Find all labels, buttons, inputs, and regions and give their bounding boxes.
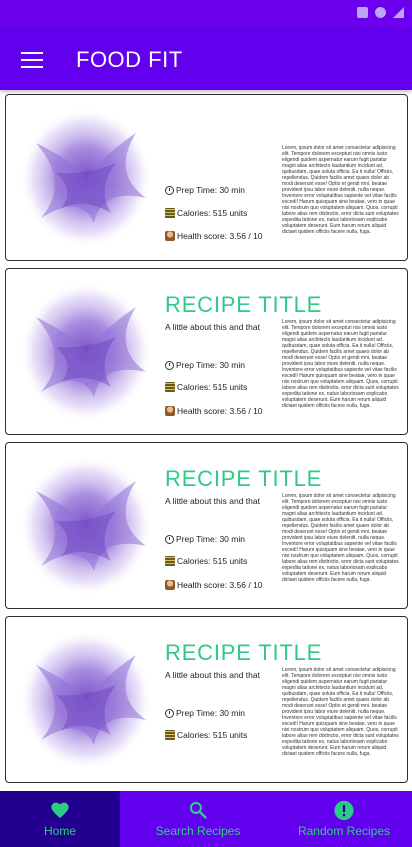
status-icons <box>357 7 404 18</box>
prep-time: Prep Time: 30 min <box>165 708 245 718</box>
timer-icon <box>165 534 174 544</box>
calories-text: Calories: 515 units <box>177 208 248 218</box>
recipe-image <box>20 282 152 422</box>
health-score: Health score: 3.56 / 10 <box>165 231 263 241</box>
prep-time: Prep Time: 30 min <box>165 185 245 195</box>
recipe-description: Lorem, ipsum dolor sit amet consectetur … <box>282 319 399 409</box>
prep-time: Prep Time: 30 min <box>165 360 245 370</box>
recipe-description: Lorem, ipsum dolor sit amet consectetur … <box>282 493 399 583</box>
recipe-card[interactable]: RECIPE TITLE A little about this and tha… <box>5 616 408 783</box>
app-bar: FOOD FIT <box>0 28 412 90</box>
prep-time-text: Prep Time: 30 min <box>176 360 245 370</box>
exclamation-icon <box>334 800 355 826</box>
recipe-description: Lorem, ipsum dolor sit amet consectetur … <box>282 145 399 235</box>
nav-search-label: Search Recipes <box>155 824 241 838</box>
recipe-title: RECIPE TITLE <box>165 292 323 317</box>
menu-icon[interactable] <box>21 52 43 69</box>
person-icon <box>165 406 175 416</box>
recipe-subtitle: A little about this and that <box>165 496 260 506</box>
person-icon <box>165 231 175 241</box>
recipe-image <box>20 456 152 596</box>
timer-icon <box>165 185 174 195</box>
timer-icon <box>165 360 174 370</box>
prep-time-text: Prep Time: 30 min <box>176 534 245 544</box>
recipe-title: RECIPE TITLE <box>165 640 323 665</box>
calories-text: Calories: 515 units <box>177 730 248 740</box>
recipe-title: RECIPE TITLE <box>165 466 323 491</box>
person-icon <box>165 580 175 590</box>
app-title: FOOD FIT <box>76 47 183 72</box>
search-icon <box>188 800 208 825</box>
stop-icon <box>357 7 368 18</box>
nav-random-recipes[interactable]: Random Recipes <box>276 791 412 847</box>
calories-icon <box>165 382 175 392</box>
recipe-subtitle: A little about this and that <box>165 322 260 332</box>
calories-text: Calories: 515 units <box>177 382 248 392</box>
calories-icon <box>165 556 175 566</box>
recipe-description: Lorem, ipsum dolor sit amet consectetur … <box>282 667 399 757</box>
calories: Calories: 515 units <box>165 382 247 392</box>
recipe-card[interactable]: Prep Time: 30 min Calories: 515 units He… <box>5 94 408 261</box>
prep-time-text: Prep Time: 30 min <box>176 185 245 195</box>
health-score-text: Health score: 3.56 / 10 <box>177 231 263 241</box>
calories-icon <box>165 730 175 740</box>
nav-home-label: Home <box>43 824 76 838</box>
timer-icon <box>165 708 174 718</box>
recipe-card[interactable]: RECIPE TITLE A little about this and tha… <box>5 268 408 435</box>
record-icon <box>375 7 386 18</box>
heart-icon <box>50 800 71 824</box>
recipe-image <box>20 108 152 248</box>
health-score-text: Health score: 3.56 / 10 <box>177 580 263 590</box>
recipe-subtitle: A little about this and that <box>165 670 260 680</box>
nav-search-recipes[interactable]: Search Recipes <box>120 791 276 847</box>
recipe-image <box>20 630 152 770</box>
health-score-text: Health score: 3.56 / 10 <box>177 406 263 416</box>
status-bar <box>0 0 412 28</box>
signal-icon <box>393 7 404 18</box>
health-score: Health score: 3.56 / 10 <box>165 580 263 590</box>
prep-time-text: Prep Time: 30 min <box>176 708 245 718</box>
recipe-card[interactable]: RECIPE TITLE A little about this and tha… <box>5 442 408 609</box>
bottom-navigation: Home Search Recipes Random Recipes <box>0 791 412 847</box>
recipe-feed[interactable]: Prep Time: 30 min Calories: 515 units He… <box>0 92 412 790</box>
nav-home[interactable]: Home <box>0 791 120 847</box>
calories-icon <box>165 208 175 218</box>
calories: Calories: 515 units <box>165 730 247 740</box>
health-score: Health score: 3.56 / 10 <box>165 406 263 416</box>
nav-random-label: Random Recipes <box>297 824 391 838</box>
calories: Calories: 515 units <box>165 556 247 566</box>
calories: Calories: 515 units <box>165 208 247 218</box>
prep-time: Prep Time: 30 min <box>165 534 245 544</box>
calories-text: Calories: 515 units <box>177 556 248 566</box>
